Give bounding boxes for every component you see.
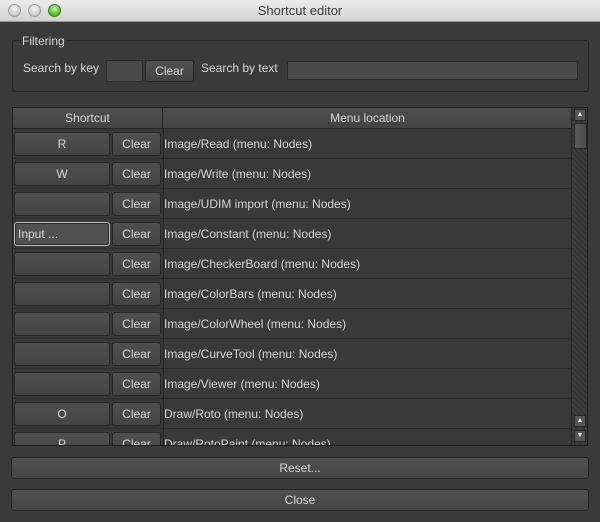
menu-location-cell: Image/ColorWheel (menu: Nodes) [164, 317, 347, 331]
shortcut-key-button[interactable]: Input ... [14, 222, 110, 246]
table-body: R Clear Image/Read (menu: Nodes) W Clear Imag… [13, 129, 571, 446]
table-row: R Clear Image/Read (menu: Nodes) [13, 129, 571, 159]
shortcut-key-button[interactable] [14, 342, 110, 366]
search-by-text-input[interactable] [287, 61, 578, 80]
search-by-text-label: Search by text [201, 61, 278, 75]
chevron-up-icon[interactable]: ▲ [574, 415, 586, 427]
table-row: O Clear Draw/Roto (menu: Nodes) [13, 399, 571, 429]
shortcut-key-button[interactable] [14, 282, 110, 306]
row-clear-button[interactable]: Clear [112, 162, 161, 186]
shortcut-key-button[interactable] [14, 192, 110, 216]
shortcut-key-button[interactable]: P [14, 432, 110, 445]
chevron-down-icon[interactable]: ▼ [574, 430, 586, 442]
row-clear-button[interactable]: Clear [112, 432, 161, 445]
close-button[interactable]: Close [11, 489, 589, 511]
table-row: Clear Image/Viewer (menu: Nodes) [13, 369, 571, 399]
shortcut-key-button[interactable] [14, 312, 110, 336]
table-row: W Clear Image/Write (menu: Nodes) [13, 159, 571, 189]
menu-location-cell: Image/Read (menu: Nodes) [164, 137, 313, 151]
table-row: Input ... Clear Image/Constant (menu: Node… [13, 219, 571, 249]
row-clear-button[interactable]: Clear [112, 402, 161, 426]
filtering-group-title: Filtering [20, 34, 67, 48]
shortcut-table: Shortcut Menu location R Clear Image/Read … [12, 107, 588, 446]
table-row: Clear Image/CurveTool (menu: Nodes) [13, 339, 571, 369]
menu-location-cell: Image/Constant (menu: Nodes) [164, 227, 332, 241]
table-row: Clear Image/CheckerBoard (menu: Nodes) [13, 249, 571, 279]
clear-filter-button[interactable]: Clear [145, 60, 194, 82]
shortcut-key-button[interactable] [14, 372, 110, 396]
row-clear-button[interactable]: Clear [112, 192, 161, 216]
shortcut-key-button[interactable]: O [14, 402, 110, 426]
row-clear-button[interactable]: Clear [112, 372, 161, 396]
menu-location-cell: Image/CheckerBoard (menu: Nodes) [164, 257, 361, 271]
table-row: Clear Image/ColorBars (menu: Nodes) [13, 279, 571, 309]
window-title: Shortcut editor [257, 3, 343, 18]
reset-button[interactable]: Reset... [11, 457, 589, 479]
menu-location-cell: Image/Viewer (menu: Nodes) [164, 377, 320, 391]
row-clear-button[interactable]: Clear [112, 342, 161, 366]
scrollbar-thumb[interactable] [574, 123, 587, 149]
row-clear-button[interactable]: Clear [112, 312, 161, 336]
row-clear-button[interactable]: Clear [112, 132, 161, 156]
table-row: Clear Image/ColorWheel (menu: Nodes) [13, 309, 571, 339]
row-clear-button[interactable]: Clear [112, 222, 161, 246]
column-header-shortcut[interactable]: Shortcut [13, 108, 163, 128]
menu-location-cell: Image/Write (menu: Nodes) [164, 167, 312, 181]
shortcut-key-button[interactable] [14, 252, 110, 276]
shortcut-key-button[interactable]: W [14, 162, 110, 186]
menu-location-cell: Draw/Roto (menu: Nodes) [164, 407, 304, 421]
row-clear-button[interactable]: Clear [112, 252, 161, 276]
table-header: Shortcut Menu location [13, 108, 571, 129]
column-header-menu-location[interactable]: Menu location [164, 108, 571, 128]
menu-location-cell: Draw/RotoPaint (menu: Nodes) [164, 437, 331, 446]
menu-location-cell: Image/CurveTool (menu: Nodes) [164, 347, 338, 361]
row-clear-button[interactable]: Clear [112, 282, 161, 306]
menu-location-cell: Image/ColorBars (menu: Nodes) [164, 287, 337, 301]
menu-location-cell: Image/UDIM import (menu: Nodes) [164, 197, 351, 211]
table-row: P Clear Draw/RotoPaint (menu: Nodes) [13, 429, 571, 446]
search-by-key-label: Search by key [23, 61, 100, 75]
vertical-scrollbar[interactable]: ▲ ▲ ▼ [571, 108, 587, 445]
shortcut-key-button[interactable]: R [14, 132, 110, 156]
search-by-key-input[interactable] [106, 60, 143, 82]
chevron-up-icon[interactable]: ▲ [574, 109, 586, 121]
table-row: Clear Image/UDIM import (menu: Nodes) [13, 189, 571, 219]
title-bar: Shortcut editor [0, 0, 600, 22]
